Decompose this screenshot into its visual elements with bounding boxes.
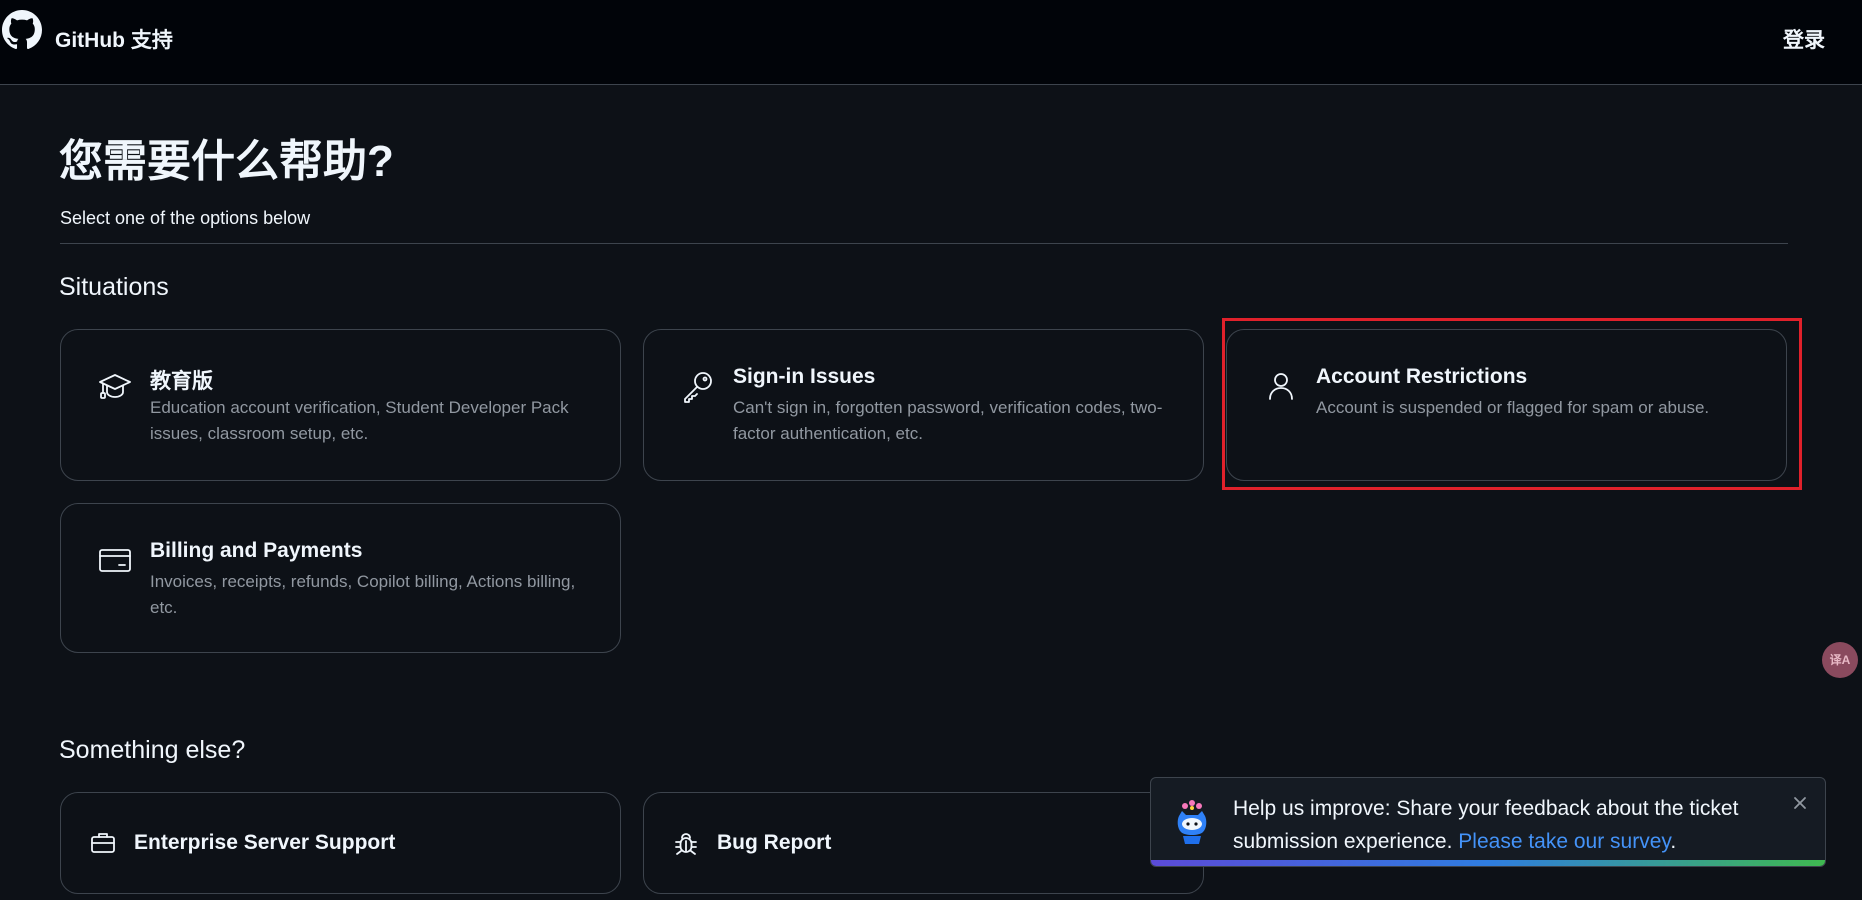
card-billing-payments-description: Invoices, receipts, refunds, Copilot bil… <box>150 572 576 617</box>
sign-in-link[interactable]: 登录 <box>1783 24 1825 54</box>
something-else-heading: Something else? <box>59 736 246 764</box>
card-billing-payments[interactable]: Billing and Payments Invoices, receipts,… <box>60 503 621 653</box>
card-enterprise-server-support-title: Enterprise Server Support <box>134 831 396 854</box>
card-account-restrictions-title: Account Restrictions <box>1316 365 1528 388</box>
card-sign-in-issues-description: Can't sign in, forgotten password, verif… <box>733 398 1163 443</box>
site-header: GitHub 支持 登录 <box>0 0 1862 85</box>
github-logo-icon[interactable] <box>2 10 42 50</box>
key-icon <box>680 368 716 404</box>
briefcase-icon <box>89 829 117 857</box>
toast-message-trailing: . <box>1670 830 1677 853</box>
page-title: 您需要什么帮助? <box>59 137 394 186</box>
card-bug-report[interactable]: Bug Report <box>643 792 1204 894</box>
card-account-restrictions-description: Account is suspended or flagged for spam… <box>1316 398 1710 417</box>
octocat-mascot-icon <box>1173 798 1211 846</box>
situations-heading: Situations <box>59 273 169 301</box>
feedback-toast: Help us improve: Share your feedback abo… <box>1150 777 1826 867</box>
card-bug-report-title: Bug Report <box>717 831 832 854</box>
card-education-description: Education account verification, Student … <box>150 398 569 443</box>
brand-link[interactable]: GitHub 支持 <box>55 24 173 54</box>
card-enterprise-server-support[interactable]: Enterprise Server Support <box>60 792 621 894</box>
toast-progress-bar <box>1151 860 1825 866</box>
divider <box>60 243 1788 244</box>
card-account-restrictions[interactable]: Account Restrictions Account is suspende… <box>1226 329 1787 481</box>
bug-icon <box>672 829 700 857</box>
mortarboard-icon <box>97 368 133 404</box>
close-icon[interactable] <box>1789 792 1811 814</box>
card-education[interactable]: 教育版 Education account verification, Stud… <box>60 329 621 481</box>
survey-link[interactable]: Please take our survey <box>1458 830 1670 853</box>
card-sign-in-issues[interactable]: Sign-in Issues Can't sign in, forgotten … <box>643 329 1204 481</box>
person-icon <box>1263 368 1299 404</box>
card-billing-payments-title: Billing and Payments <box>150 539 363 562</box>
translate-widget-button[interactable]: 译A <box>1822 642 1858 678</box>
credit-card-icon <box>97 542 133 578</box>
toast-message: Help us improve: Share your feedback abo… <box>1233 792 1793 858</box>
card-sign-in-issues-title: Sign-in Issues <box>733 365 876 388</box>
page-subtitle: Select one of the options below <box>60 208 311 228</box>
card-education-title: 教育版 <box>150 370 213 393</box>
